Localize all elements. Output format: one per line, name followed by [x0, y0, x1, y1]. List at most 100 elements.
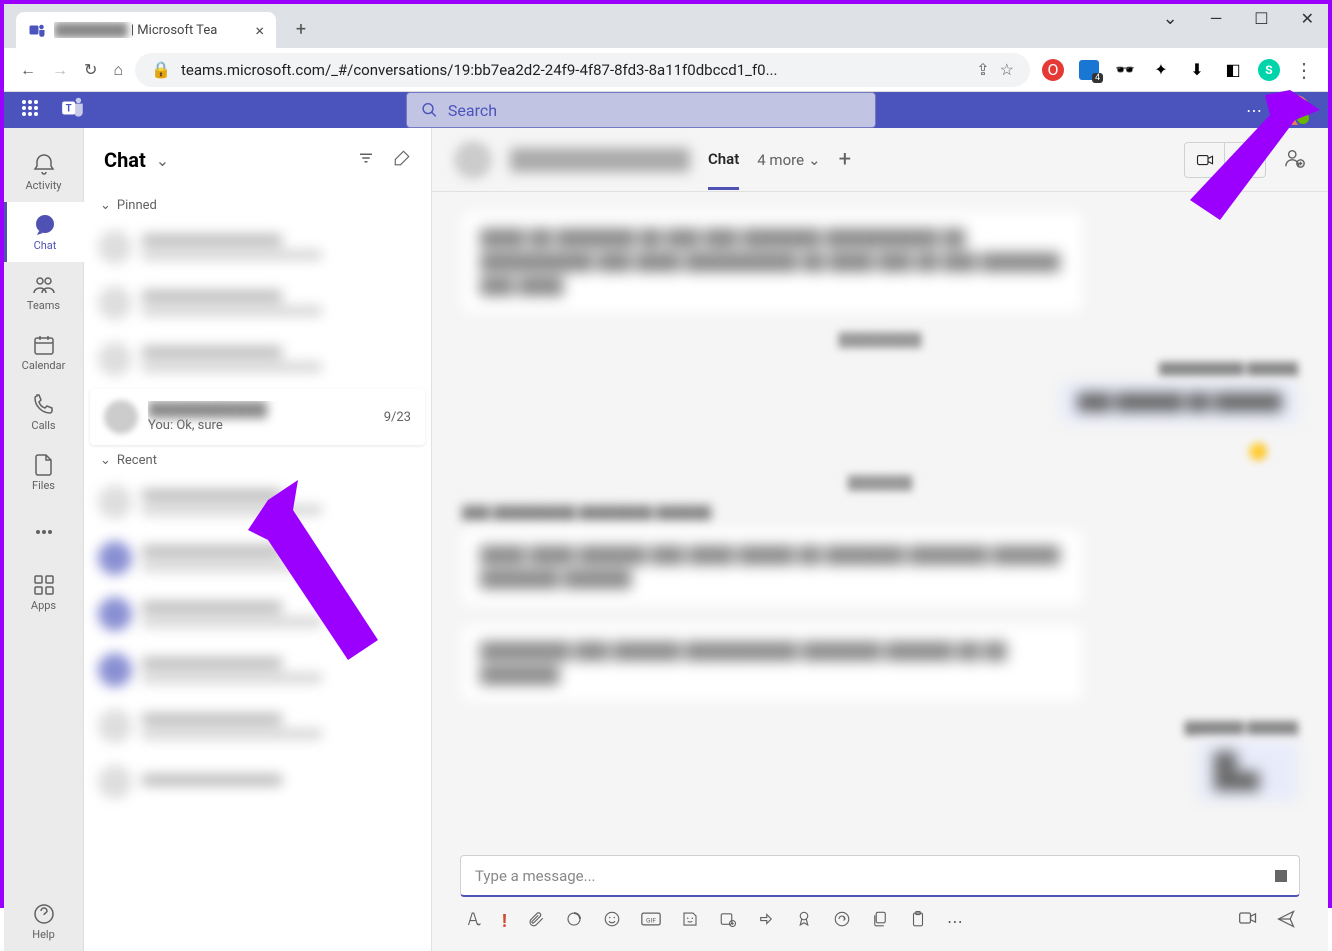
- chat-panel-title: Chat: [104, 148, 146, 172]
- svg-text:GIF: GIF: [646, 916, 656, 924]
- gif-icon[interactable]: GIF: [641, 910, 661, 932]
- bookmark-star-icon[interactable]: ☆: [1000, 60, 1014, 79]
- video-message-icon[interactable]: [1238, 909, 1258, 933]
- chat-item[interactable]: [84, 474, 431, 530]
- close-window-icon[interactable]: ✕: [1301, 9, 1314, 28]
- chevron-down-icon[interactable]: ⌄: [156, 151, 169, 170]
- search-bar[interactable]: [406, 92, 876, 128]
- message-input[interactable]: [475, 867, 1285, 885]
- window-controls: ⌄ — ☐ ✕: [1163, 8, 1314, 29]
- chat-main: Chat 4 more ⌄ +: [432, 128, 1328, 951]
- maximize-icon[interactable]: ☐: [1254, 9, 1268, 28]
- filter-icon[interactable]: [357, 149, 375, 171]
- chat-item-selected[interactable]: ████████████ You: Ok, sure 9/23: [90, 389, 425, 445]
- sidepanel-icon[interactable]: ◧: [1222, 59, 1244, 81]
- chat-item[interactable]: [84, 754, 431, 810]
- browser-menu-icon[interactable]: ⋮: [1294, 58, 1312, 82]
- contact-avatar[interactable]: [454, 141, 492, 179]
- rail-teams[interactable]: Teams: [4, 262, 84, 322]
- extensions-puzzle-icon[interactable]: ✦: [1150, 59, 1172, 81]
- chat-item[interactable]: [84, 586, 431, 642]
- add-tab-button[interactable]: +: [839, 147, 851, 172]
- chevron-down-icon: ⌄: [100, 453, 111, 468]
- chat-item[interactable]: [84, 530, 431, 586]
- chat-list: ⌄ Pinned ████████████ You: Ok, sure 9/23…: [84, 192, 431, 951]
- attach-icon[interactable]: [527, 910, 545, 932]
- search-icon: [421, 101, 438, 119]
- chat-item[interactable]: [84, 219, 431, 275]
- address-bar: ← → ↻ ⌂ 🔒 teams.microsoft.com/_#/convers…: [4, 48, 1328, 92]
- pinned-section[interactable]: ⌄ Pinned: [84, 192, 431, 219]
- more-icon[interactable]: ⋯: [1246, 101, 1262, 120]
- app-rail: Activity Chat Teams Calendar Calls Files: [4, 128, 84, 951]
- teams-app: T ⋯ Activity Chat Teams: [4, 92, 1328, 904]
- reload-button[interactable]: ↻: [84, 60, 97, 79]
- rail-more[interactable]: [4, 502, 84, 562]
- minimize-icon[interactable]: —: [1210, 9, 1223, 28]
- rail-activity[interactable]: Activity: [4, 142, 84, 202]
- rail-files[interactable]: Files: [4, 442, 84, 502]
- tab-chat[interactable]: Chat: [708, 150, 739, 190]
- stream-icon[interactable]: [757, 910, 775, 932]
- chat-preview: You: Ok, sure: [148, 418, 374, 433]
- send-button[interactable]: [1276, 909, 1296, 933]
- chat-item[interactable]: [84, 698, 431, 754]
- tab-more[interactable]: 4 more ⌄: [757, 151, 820, 169]
- downloads-icon[interactable]: ⬇: [1186, 59, 1208, 81]
- forward-button[interactable]: →: [52, 60, 68, 80]
- clipboard-icon[interactable]: [909, 910, 927, 932]
- loop-icon[interactable]: [565, 910, 583, 932]
- message-area[interactable]: ████ ██ ███████ ██ ███ ███ ███████ █████…: [432, 192, 1328, 841]
- rail-calls[interactable]: Calls: [4, 382, 84, 442]
- schedule-icon[interactable]: [719, 910, 737, 932]
- recent-section[interactable]: ⌄ Recent: [84, 447, 431, 474]
- share-icon[interactable]: ⇪: [976, 60, 989, 79]
- home-button[interactable]: ⌂: [113, 60, 123, 80]
- chat-main-header: Chat 4 more ⌄ +: [432, 128, 1328, 192]
- compose-toolbar: ! GIF ⋯: [460, 909, 1300, 933]
- close-tab-icon[interactable]: ×: [255, 21, 264, 40]
- url-box[interactable]: 🔒 teams.microsoft.com/_#/conversations/1…: [135, 53, 1030, 87]
- praise-icon[interactable]: [795, 910, 813, 932]
- chat-list-panel: Chat ⌄ ⌄ Pinned: [84, 128, 432, 951]
- teams-logo-icon[interactable]: T: [60, 95, 86, 125]
- reply-icon[interactable]: [833, 910, 851, 932]
- date-separator: ███████: [462, 475, 1298, 491]
- search-input[interactable]: [448, 101, 861, 120]
- chat-item[interactable]: [84, 275, 431, 331]
- chat-panel-header: Chat ⌄: [84, 128, 431, 192]
- add-people-icon[interactable]: [1284, 147, 1306, 173]
- chat-item[interactable]: [84, 642, 431, 698]
- priority-icon[interactable]: !: [502, 911, 507, 932]
- chat-item[interactable]: [84, 331, 431, 387]
- back-button[interactable]: ←: [20, 60, 36, 80]
- call-buttons: [1184, 142, 1266, 178]
- waffle-icon[interactable]: [20, 98, 40, 122]
- chevron-down-icon: ⌄: [100, 198, 111, 213]
- sticker-icon[interactable]: [681, 910, 699, 932]
- video-call-button[interactable]: [1185, 143, 1225, 177]
- tab-dropdown-icon[interactable]: ⌄: [1163, 8, 1178, 29]
- format-icon[interactable]: [464, 910, 482, 932]
- user-avatar[interactable]: [1278, 93, 1312, 127]
- compose-area: ! GIF ⋯: [432, 841, 1328, 951]
- copy-icon[interactable]: [871, 910, 889, 932]
- new-chat-icon[interactable]: [393, 149, 411, 171]
- compose-indicator: [1275, 870, 1287, 882]
- audio-call-button[interactable]: [1225, 143, 1265, 177]
- new-tab-button[interactable]: +: [286, 14, 316, 44]
- chevron-down-icon: ⌄: [808, 151, 821, 169]
- rail-help[interactable]: Help: [4, 891, 84, 951]
- emoji-icon[interactable]: [603, 910, 621, 932]
- extension-icon[interactable]: O: [1042, 59, 1064, 81]
- more-actions-icon[interactable]: ⋯: [947, 912, 963, 931]
- extension-badge-icon[interactable]: 4: [1078, 59, 1100, 81]
- extension-icon[interactable]: 🕶️: [1114, 59, 1136, 81]
- compose-box[interactable]: [460, 855, 1300, 897]
- rail-apps[interactable]: Apps: [4, 562, 84, 622]
- browser-tab[interactable]: ████████ | Microsoft Tea ×: [16, 12, 276, 48]
- rail-calendar[interactable]: Calendar: [4, 322, 84, 382]
- tab-title: ████████ | Microsoft Tea: [54, 22, 247, 38]
- extension-icon[interactable]: S: [1258, 59, 1280, 81]
- rail-chat[interactable]: Chat: [4, 202, 84, 262]
